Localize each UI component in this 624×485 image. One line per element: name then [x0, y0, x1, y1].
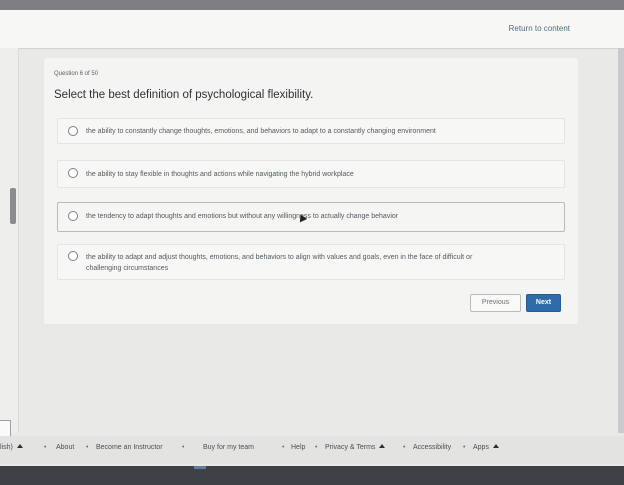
answer-option-label: the ability to constantly change thought…	[86, 128, 436, 135]
answer-option-label-line2: challenging circumstances	[86, 265, 169, 272]
footer-link-buy-for-team[interactable]: Buy for my team	[203, 444, 254, 451]
taskbar-strip	[0, 466, 624, 485]
right-edge-scrollbar[interactable]	[618, 48, 624, 433]
footer-link-about[interactable]: About	[56, 444, 74, 451]
footer-link-help[interactable]: Help	[291, 444, 305, 451]
language-selector[interactable]: lish)	[0, 444, 23, 451]
separator-dot: •	[463, 444, 466, 451]
answer-option-label: the tendency to adapt thoughts and emoti…	[86, 213, 399, 220]
separator-dot: •	[282, 444, 285, 451]
next-button[interactable]: Next	[526, 294, 561, 312]
footer-link-apps[interactable]: Apps	[473, 444, 499, 451]
separator-dot: •	[403, 444, 406, 451]
separator-dot: •	[44, 444, 47, 451]
answer-option-4[interactable]: the ability to adapt and adjust thoughts…	[57, 244, 565, 280]
answer-option-label: the ability to stay flexible in thoughts…	[86, 171, 354, 178]
return-to-content-link[interactable]: Return to content	[509, 24, 570, 33]
caret-up-icon	[492, 444, 499, 448]
footer-link-accessibility[interactable]: Accessibility	[413, 444, 451, 451]
question-card: Question 6 of 50 Select the best definit…	[44, 58, 578, 324]
radio-button-icon[interactable]	[68, 211, 78, 221]
question-number: Question 6 of 50	[54, 71, 99, 77]
answer-option-label: the ability to adapt and adjust thoughts…	[86, 254, 473, 261]
browser-top-strip	[0, 0, 624, 10]
footer: lish) • About • Become an Instructor • B…	[0, 436, 624, 464]
separator-dot: •	[315, 444, 318, 451]
caret-up-icon	[379, 444, 386, 448]
caret-up-icon	[16, 444, 23, 448]
left-sidebar	[0, 48, 19, 442]
taskbar-indicator	[194, 466, 206, 469]
question-prompt: Select the best definition of psychologi…	[54, 89, 314, 101]
answer-option-1[interactable]: the ability to constantly change thought…	[57, 118, 565, 144]
separator-dot: •	[86, 444, 89, 451]
sidebar-scrollbar[interactable]	[10, 188, 16, 224]
radio-button-icon[interactable]	[68, 251, 78, 261]
separator-dot: •	[182, 444, 185, 451]
answer-option-2[interactable]: the ability to stay flexible in thoughts…	[57, 160, 565, 188]
footer-link-privacy-terms[interactable]: Privacy & Terms	[325, 444, 386, 451]
answer-option-3[interactable]: the tendency to adapt thoughts and emoti…	[57, 202, 565, 232]
footer-link-become-instructor[interactable]: Become an Instructor	[96, 444, 163, 451]
header-bar: Return to content	[0, 10, 624, 49]
previous-button[interactable]: Previous	[470, 294, 521, 312]
radio-button-icon[interactable]	[68, 168, 78, 178]
radio-button-icon[interactable]	[68, 126, 78, 136]
